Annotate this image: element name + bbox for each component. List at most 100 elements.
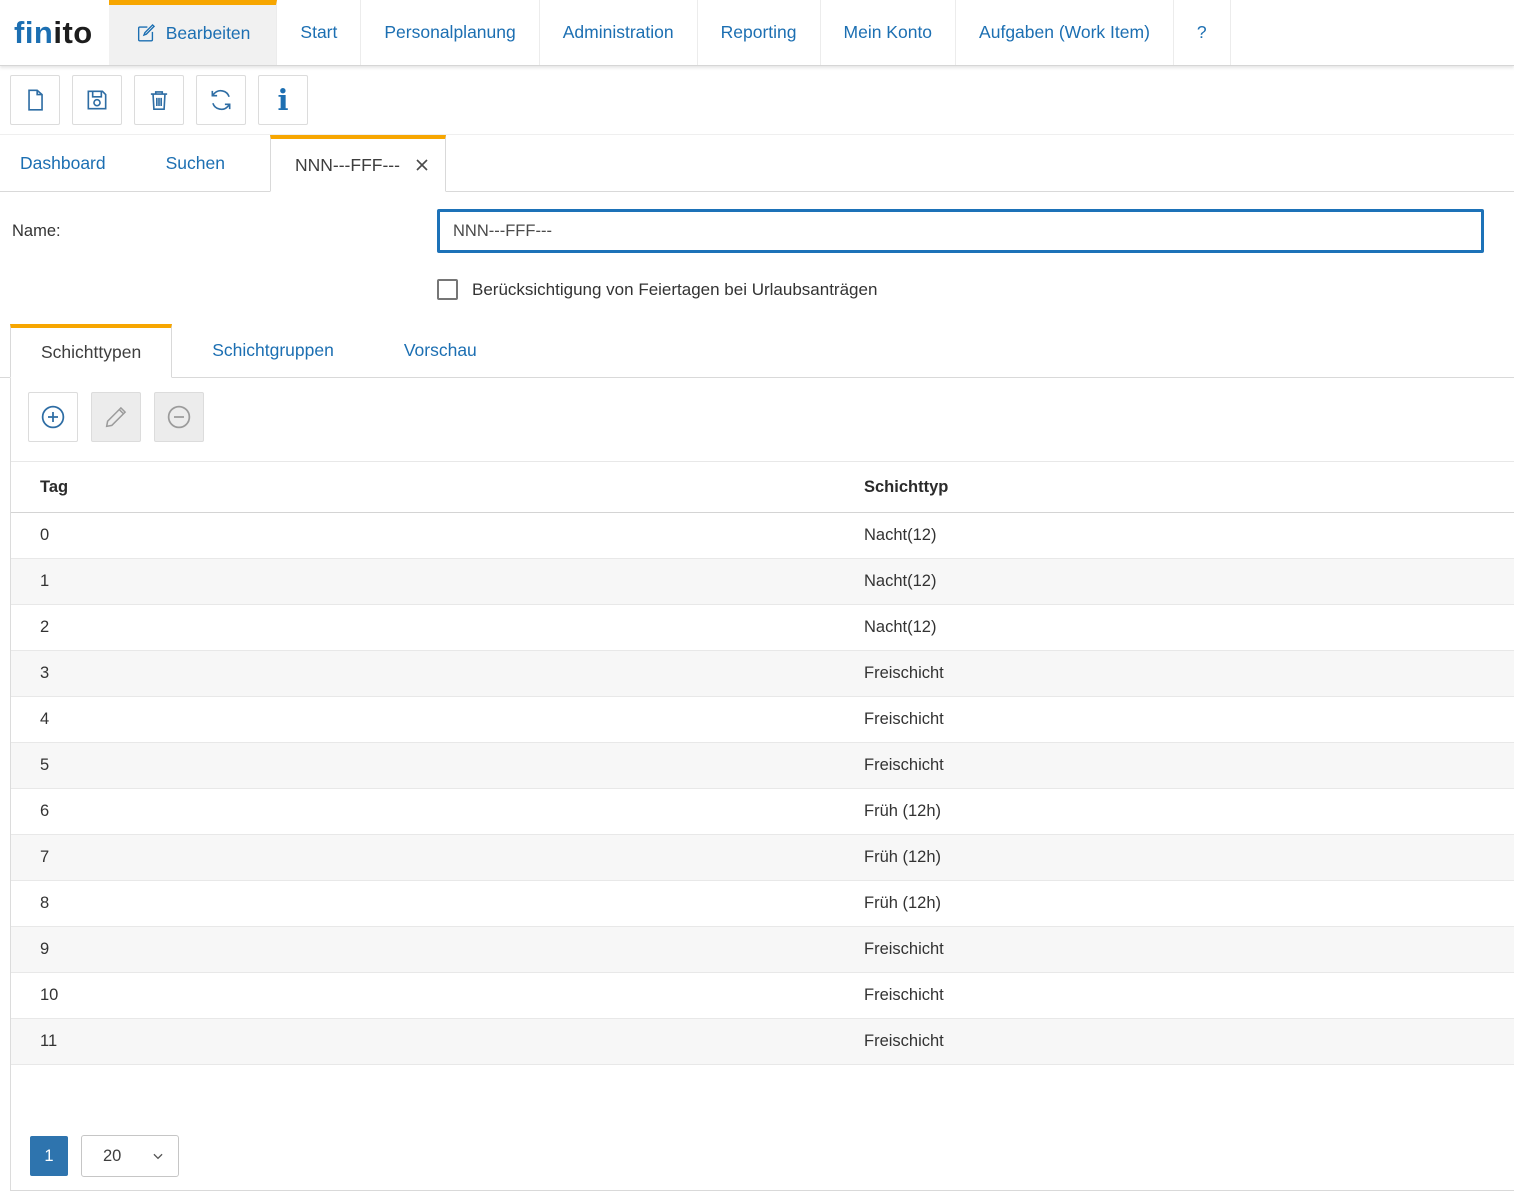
subtab-label: Schichtgruppen	[212, 340, 334, 361]
table-row[interactable]: 1Nacht(12)	[11, 559, 1514, 605]
shift-types-table: Tag Schichttyp 0Nacht(12) 1Nacht(12) 2Na…	[11, 461, 1514, 1065]
cell-shift: Nacht(12)	[864, 605, 1514, 651]
save-icon	[84, 87, 110, 113]
cell-shift: Nacht(12)	[864, 559, 1514, 605]
nav-item-label: Mein Konto	[844, 22, 933, 43]
app-logo: finito	[0, 0, 109, 65]
refresh-button[interactable]	[196, 75, 246, 125]
table-row[interactable]: 10Freischicht	[11, 973, 1514, 1019]
nav-item-aufgaben[interactable]: Aufgaben (Work Item)	[956, 0, 1174, 65]
remove-row-button[interactable]	[154, 392, 204, 442]
table-header-row: Tag Schichttyp	[11, 462, 1514, 513]
new-record-button[interactable]	[10, 75, 60, 125]
table-row[interactable]: 9Freischicht	[11, 927, 1514, 973]
cell-day: 1	[11, 559, 864, 605]
cell-day: 0	[11, 513, 864, 559]
tab-suchen[interactable]: Suchen	[146, 135, 245, 191]
tab-label: Suchen	[166, 153, 225, 174]
name-form-row: Name:	[0, 209, 1514, 253]
document-tabbar: Dashboard Suchen NNN---FFF---	[0, 135, 1514, 192]
add-row-button[interactable]	[28, 392, 78, 442]
page-size-select[interactable]: 20	[81, 1135, 179, 1177]
table-row[interactable]: 5Freischicht	[11, 743, 1514, 789]
close-icon[interactable]	[415, 158, 429, 172]
holiday-checkbox-row: Berücksichtigung von Feiertagen bei Urla…	[437, 279, 1514, 300]
page-size-value: 20	[103, 1147, 121, 1166]
column-header-tag: Tag	[11, 462, 864, 513]
tab-label: NNN---FFF---	[295, 155, 400, 176]
table-row[interactable]: 11Freischicht	[11, 1019, 1514, 1065]
delete-button[interactable]	[134, 75, 184, 125]
nav-item-bearbeiten[interactable]: Bearbeiten	[109, 0, 278, 65]
plus-circle-icon	[38, 402, 68, 432]
table-row[interactable]: 6Früh (12h)	[11, 789, 1514, 835]
nav-item-reporting[interactable]: Reporting	[698, 0, 821, 65]
cell-day: 5	[11, 743, 864, 789]
cell-shift: Freischicht	[864, 1019, 1514, 1065]
subtab-vorschau[interactable]: Vorschau	[374, 324, 507, 377]
edit-row-button[interactable]	[91, 392, 141, 442]
minus-circle-icon	[164, 402, 194, 432]
nav-item-label: Aufgaben (Work Item)	[979, 22, 1150, 43]
tab-nnn-fff-active[interactable]: NNN---FFF---	[270, 135, 446, 192]
table-row[interactable]: 8Früh (12h)	[11, 881, 1514, 927]
subtab-schichtgruppen[interactable]: Schichtgruppen	[182, 324, 364, 377]
edit-icon	[135, 22, 157, 44]
cell-shift: Früh (12h)	[864, 881, 1514, 927]
new-document-icon	[22, 87, 48, 113]
nav-item-label: Personalplanung	[384, 22, 515, 43]
tab-dashboard[interactable]: Dashboard	[0, 135, 126, 191]
cell-shift: Freischicht	[864, 651, 1514, 697]
top-navbar: finito Bearbeiten Start Personalplanung …	[0, 0, 1514, 66]
cell-day: 10	[11, 973, 864, 1019]
subtab-label: Vorschau	[404, 340, 477, 361]
table-row[interactable]: 2Nacht(12)	[11, 605, 1514, 651]
name-label: Name:	[0, 222, 437, 241]
cell-shift: Freischicht	[864, 927, 1514, 973]
cell-shift: Freischicht	[864, 697, 1514, 743]
grid-actions-toolbar	[11, 378, 1514, 442]
holiday-checkbox-label: Berücksichtigung von Feiertagen bei Urla…	[472, 280, 877, 300]
cell-shift: Früh (12h)	[864, 789, 1514, 835]
refresh-icon	[208, 87, 234, 113]
page-1-button[interactable]: 1	[30, 1136, 68, 1176]
holiday-checkbox[interactable]	[437, 279, 458, 300]
shift-types-panel: Tag Schichttyp 0Nacht(12) 1Nacht(12) 2Na…	[10, 378, 1514, 1191]
table-row[interactable]: 0Nacht(12)	[11, 513, 1514, 559]
nav-item-label: Administration	[563, 22, 674, 43]
table-row[interactable]: 3Freischicht	[11, 651, 1514, 697]
cell-shift: Freischicht	[864, 973, 1514, 1019]
pencil-icon	[102, 403, 130, 431]
app-logo-secondary: ito	[53, 15, 92, 51]
cell-day: 4	[11, 697, 864, 743]
subtab-label: Schichttypen	[41, 342, 141, 363]
subtab-schichttypen[interactable]: Schichttypen	[10, 324, 172, 378]
info-icon: i	[277, 86, 288, 115]
cell-day: 3	[11, 651, 864, 697]
table-row[interactable]: 4Freischicht	[11, 697, 1514, 743]
name-field-wrap	[437, 209, 1484, 253]
app-logo-primary: fin	[14, 15, 53, 51]
info-button[interactable]: i	[258, 75, 308, 125]
nav-item-label: Start	[300, 22, 337, 43]
cell-day: 8	[11, 881, 864, 927]
cell-day: 2	[11, 605, 864, 651]
nav-item-administration[interactable]: Administration	[540, 0, 698, 65]
nav-item-personalplanung[interactable]: Personalplanung	[361, 0, 539, 65]
name-input[interactable]	[437, 209, 1484, 253]
cell-shift: Nacht(12)	[864, 513, 1514, 559]
nav-item-label: Reporting	[721, 22, 797, 43]
nav-item-mein-konto[interactable]: Mein Konto	[821, 0, 957, 65]
subtabs: Schichttypen Schichtgruppen Vorschau	[0, 324, 1514, 378]
cell-shift: Freischicht	[864, 743, 1514, 789]
save-button[interactable]	[72, 75, 122, 125]
cell-day: 9	[11, 927, 864, 973]
nav-item-start[interactable]: Start	[277, 0, 361, 65]
table-row[interactable]: 7Früh (12h)	[11, 835, 1514, 881]
nav-item-help[interactable]: ?	[1174, 0, 1231, 65]
cell-shift: Früh (12h)	[864, 835, 1514, 881]
cell-day: 11	[11, 1019, 864, 1065]
column-header-schichttyp: Schichttyp	[864, 462, 1514, 513]
chevron-down-icon	[151, 1149, 165, 1163]
cell-day: 7	[11, 835, 864, 881]
